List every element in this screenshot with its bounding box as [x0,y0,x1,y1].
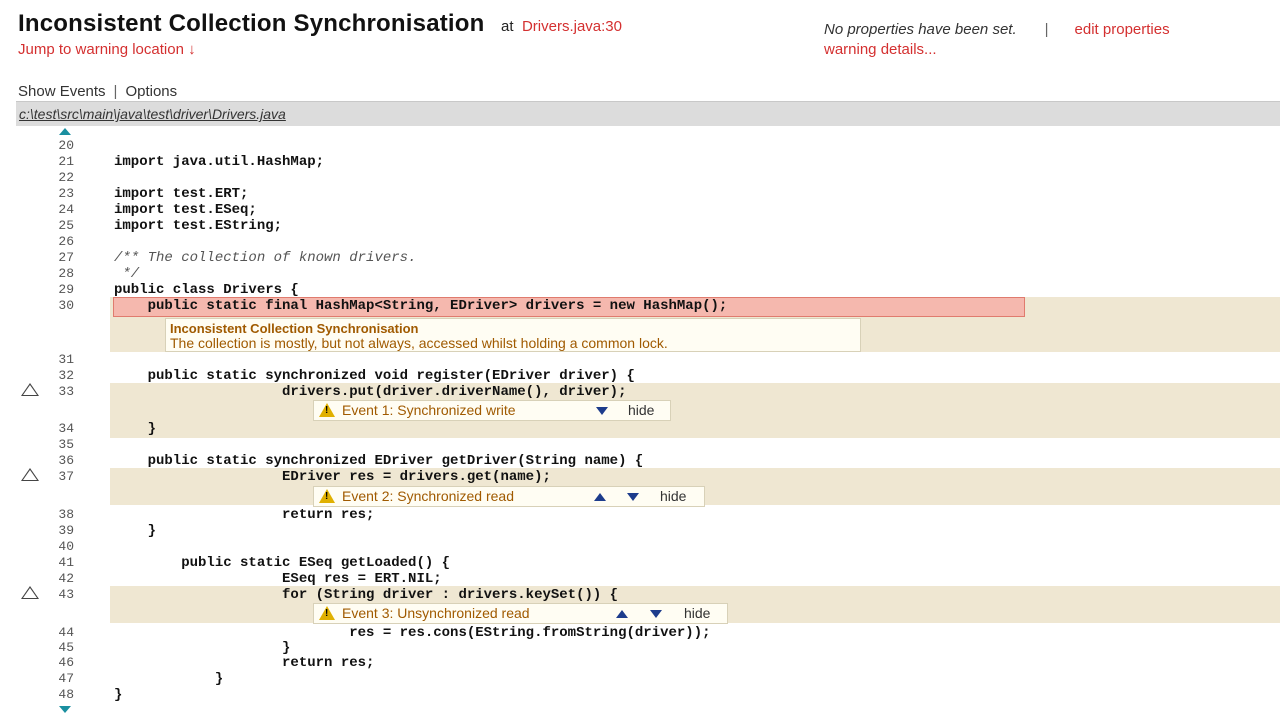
line-number: 29 [58,282,74,297]
line-number: 42 [58,571,74,586]
line-number: 43 [58,587,74,602]
line-number: 22 [58,170,74,185]
code-line: import test.ERT; [114,186,249,202]
line-number: 21 [58,154,74,169]
line-number: 32 [58,368,74,383]
line-number: 41 [58,555,74,570]
code-line: return res; [114,507,375,523]
code-line: } [114,671,224,687]
line-number: 46 [58,655,74,670]
hide-button[interactable]: hide [628,402,654,418]
line-number: 30 [58,298,74,313]
event-label: Event 2: Synchronized read [342,488,514,504]
code-line: */ [114,266,140,282]
hide-button[interactable]: hide [660,488,686,504]
code-line: public class Drivers { [114,282,299,298]
line-number: 23 [58,186,74,201]
code-line: public static final HashMap<String, EDri… [114,298,728,314]
code-line: import java.util.HashMap; [114,154,325,170]
line-number: 33 [58,384,74,399]
line-number: 47 [58,671,74,686]
line-number: 44 [58,625,74,640]
line-number: 31 [58,352,74,367]
code-line: } [114,421,157,437]
event-1-box: Event 1: Synchronized write hide [313,400,671,421]
code-line: } [114,523,157,539]
line-number: 39 [58,523,74,538]
event-label: Event 3: Unsynchronized read [342,605,530,621]
previous-event-icon[interactable] [616,610,628,618]
code-line: drivers.put(driver.driverName(), driver)… [114,384,627,400]
previous-event-icon[interactable] [594,493,606,501]
code-line: return res; [114,655,375,671]
event-2-box: Event 2: Synchronized read hide [313,486,705,507]
line-number: 37 [58,469,74,484]
line-number: 20 [58,138,74,153]
code-line: } [114,687,123,703]
next-event-icon[interactable] [650,610,662,618]
line-number: 36 [58,453,74,468]
code-view: Inconsistent Collection Synchronisation … [0,0,1280,719]
hide-button[interactable]: hide [684,605,710,621]
line-number: 26 [58,234,74,249]
warning-popup-description: The collection is mostly, but not always… [170,335,668,351]
code-line: import test.ESeq; [114,202,257,218]
line-number: 40 [58,539,74,554]
line-number: 34 [58,421,74,436]
event-label: Event 1: Synchronized write [342,402,516,418]
line-number: 35 [58,437,74,452]
line-number: 27 [58,250,74,265]
code-line: /** The collection of known drivers. [114,250,417,266]
line-number: 38 [58,507,74,522]
event-3-box: Event 3: Unsynchronized read hide [313,603,728,624]
line-number: 25 [58,218,74,233]
code-line: import test.EString; [114,218,283,234]
code-line: } [114,640,291,656]
code-line: public static ESeq getLoaded() { [114,555,451,571]
code-line: res = res.cons(EString.fromString(driver… [114,625,711,641]
warning-icon [319,606,335,620]
code-line: ESeq res = ERT.NIL; [114,571,442,587]
code-line: public static synchronized void register… [114,368,635,384]
line-number: 48 [58,687,74,702]
next-event-icon[interactable] [627,493,639,501]
scroll-down-icon[interactable] [59,706,71,713]
warning-popup-title: Inconsistent Collection Synchronisation [170,321,419,336]
code-line: EDriver res = drivers.get(name); [114,469,551,485]
code-line: for (String driver : drivers.keySet()) { [114,587,619,603]
line-number: 28 [58,266,74,281]
next-event-icon[interactable] [596,407,608,415]
warning-popup: Inconsistent Collection Synchronisation … [165,318,861,352]
line-number: 24 [58,202,74,217]
warning-icon [319,489,335,503]
warning-icon [319,403,335,417]
line-number: 45 [58,640,74,655]
code-line: public static synchronized EDriver getDr… [114,453,644,469]
